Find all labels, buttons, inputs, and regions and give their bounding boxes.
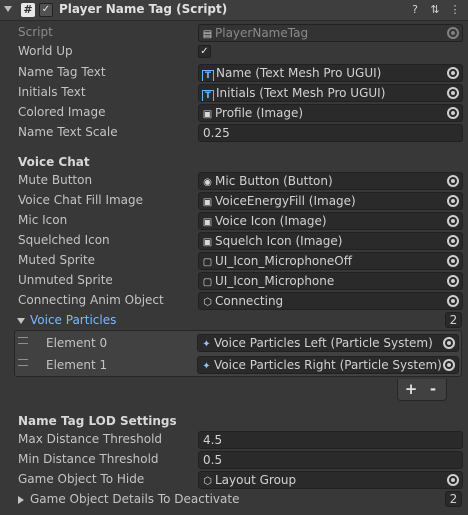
object-picker-icon[interactable] (447, 175, 459, 187)
object-picker-icon[interactable] (447, 195, 459, 207)
initials-text-label: Initials Text (18, 85, 86, 99)
voice-particles-element-0-field[interactable]: ✦ Voice Particles Left (Particle System) (197, 334, 459, 352)
details-to-deactivate-label[interactable]: Game Object Details To Deactivate (30, 492, 239, 506)
object-picker-icon[interactable] (447, 235, 459, 247)
voice-chat-fill-image-field[interactable]: ▣ VoiceEnergyFill (Image) (198, 192, 463, 210)
sprite-icon: ▢ (202, 257, 213, 268)
name-text-scale-label: Name Text Scale (18, 125, 118, 139)
sprite-icon: ▢ (202, 277, 213, 288)
unmuted-sprite-value: UI_Icon_Microphone (215, 274, 335, 288)
voice-particles-foldout-icon[interactable] (17, 318, 25, 324)
object-picker-icon[interactable] (447, 255, 459, 267)
mute-button-value: Mic Button (Button) (215, 174, 333, 188)
max-distance-input[interactable]: 4.5 (198, 431, 463, 449)
name-tag-text-field[interactable]: T Name (Text Mesh Pro UGUI) (198, 64, 463, 82)
voice-particles-element-1-field[interactable]: ✦ Voice Particles Right (Particle System) (197, 356, 459, 374)
connecting-anim-object-label: Connecting Anim Object (18, 293, 164, 307)
voice-particles-size-input[interactable]: 2 (445, 312, 462, 328)
voice-particles-element-0-value: Voice Particles Left (Particle System) (214, 336, 433, 350)
min-distance-label: Min Distance Threshold (18, 452, 159, 466)
lod-settings-header: Name Tag LOD Settings (18, 414, 177, 428)
list-footer: + - (397, 379, 447, 401)
script-icon: # (21, 3, 35, 17)
object-picker-icon[interactable] (443, 359, 455, 371)
connecting-anim-object-field[interactable]: ⬡ Connecting (198, 292, 463, 310)
squelched-icon-label: Squelched Icon (18, 233, 110, 247)
unmuted-sprite-label: Unmuted Sprite (18, 273, 113, 287)
colored-image-label: Colored Image (18, 105, 106, 119)
voice-chat-fill-image-label: Voice Chat Fill Image (18, 193, 144, 207)
game-object-to-hide-value: Layout Group (215, 473, 297, 487)
initials-text-field[interactable]: T Initials (Text Mesh Pro UGUI) (198, 84, 463, 102)
colored-image-value: Profile (Image) (215, 106, 304, 120)
context-menu-icon[interactable]: ⋮ (448, 3, 462, 17)
initials-text-value: Initials (Text Mesh Pro UGUI) (216, 86, 386, 100)
text-component-icon: T (202, 70, 214, 81)
squelched-icon-value: Squelch Icon (Image) (215, 234, 343, 248)
object-picker-icon[interactable] (447, 474, 459, 486)
muted-sprite-label: Muted Sprite (18, 253, 96, 267)
object-picker-icon[interactable] (447, 67, 459, 79)
component-foldout-arrow[interactable] (4, 6, 12, 12)
particle-system-icon: ✦ (202, 361, 211, 372)
component-header: # ✓ Player Name Tag (Script) ? ⇅ ⋮ (0, 0, 468, 21)
game-object-to-hide-field[interactable]: ⬡ Layout Group (198, 471, 463, 489)
voice-particles-element-0-label: Element 0 (46, 336, 108, 350)
object-picker-icon[interactable] (447, 107, 459, 119)
mute-button-field[interactable]: ◉ Mic Button (Button) (198, 172, 463, 190)
name-tag-text-label: Name Tag Text (18, 65, 106, 79)
squelched-icon-field[interactable]: ▣ Squelch Icon (Image) (198, 232, 463, 250)
voice-particles-element-1-value: Voice Particles Right (Particle System) (214, 358, 442, 372)
particle-system-icon: ✦ (202, 339, 211, 350)
mic-icon-value: Voice Icon (Image) (215, 214, 327, 228)
object-picker-icon[interactable] (447, 295, 459, 307)
min-distance-input[interactable]: 0.5 (198, 451, 463, 469)
image-icon: ▣ (202, 109, 213, 120)
mic-icon-label: Mic Icon (18, 213, 68, 227)
add-element-button[interactable]: + (401, 380, 421, 398)
voice-chat-header: Voice Chat (18, 155, 90, 169)
component-title: Player Name Tag (Script) (59, 2, 228, 16)
drag-handle-icon[interactable] (18, 359, 28, 366)
world-up-checkbox[interactable]: ✓ (198, 45, 211, 58)
details-to-deactivate-size-input[interactable]: 2 (445, 491, 462, 507)
object-picker-icon[interactable] (447, 275, 459, 287)
connecting-anim-object-value: Connecting (215, 294, 284, 308)
world-up-label: World Up (18, 44, 73, 58)
voice-particles-label[interactable]: Voice Particles (30, 313, 116, 327)
image-icon: ▣ (202, 197, 213, 208)
unmuted-sprite-field[interactable]: ▢ UI_Icon_Microphone (198, 272, 463, 290)
text-component-icon: T (202, 90, 214, 101)
script-field: ▤ PlayerNameTag (198, 24, 463, 42)
object-picker-icon (447, 27, 459, 39)
gameobject-icon: ⬡ (203, 297, 212, 308)
mic-icon-field[interactable]: ▣ Voice Icon (Image) (198, 212, 463, 230)
script-label: Script (18, 25, 53, 39)
button-icon: ◉ (203, 177, 212, 188)
component-enabled-checkbox[interactable]: ✓ (39, 3, 53, 17)
details-foldout-icon[interactable] (18, 496, 24, 504)
voice-particles-element-1-label: Element 1 (46, 358, 108, 372)
script-file-icon: ▤ (202, 29, 213, 40)
game-object-to-hide-label: Game Object To Hide (18, 472, 145, 486)
remove-element-button[interactable]: - (423, 380, 443, 398)
max-distance-label: Max Distance Threshold (18, 432, 163, 446)
voice-chat-fill-image-value: VoiceEnergyFill (Image) (215, 194, 356, 208)
object-picker-icon[interactable] (447, 215, 459, 227)
muted-sprite-field[interactable]: ▢ UI_Icon_MicrophoneOff (198, 252, 463, 270)
name-tag-text-value: Name (Text Mesh Pro UGUI) (216, 66, 382, 80)
image-icon: ▣ (202, 217, 213, 228)
gameobject-icon: ⬡ (203, 476, 212, 487)
colored-image-field[interactable]: ▣ Profile (Image) (198, 104, 463, 122)
object-picker-icon[interactable] (447, 87, 459, 99)
image-icon: ▣ (202, 237, 213, 248)
muted-sprite-value: UI_Icon_MicrophoneOff (215, 254, 352, 268)
name-text-scale-input[interactable]: 0.25 (198, 124, 463, 142)
drag-handle-icon[interactable] (18, 337, 28, 344)
help-icon[interactable]: ? (408, 3, 422, 17)
presets-icon[interactable]: ⇅ (428, 3, 442, 17)
mute-button-label: Mute Button (18, 173, 93, 187)
object-picker-icon[interactable] (443, 337, 455, 349)
script-value: PlayerNameTag (215, 26, 309, 40)
